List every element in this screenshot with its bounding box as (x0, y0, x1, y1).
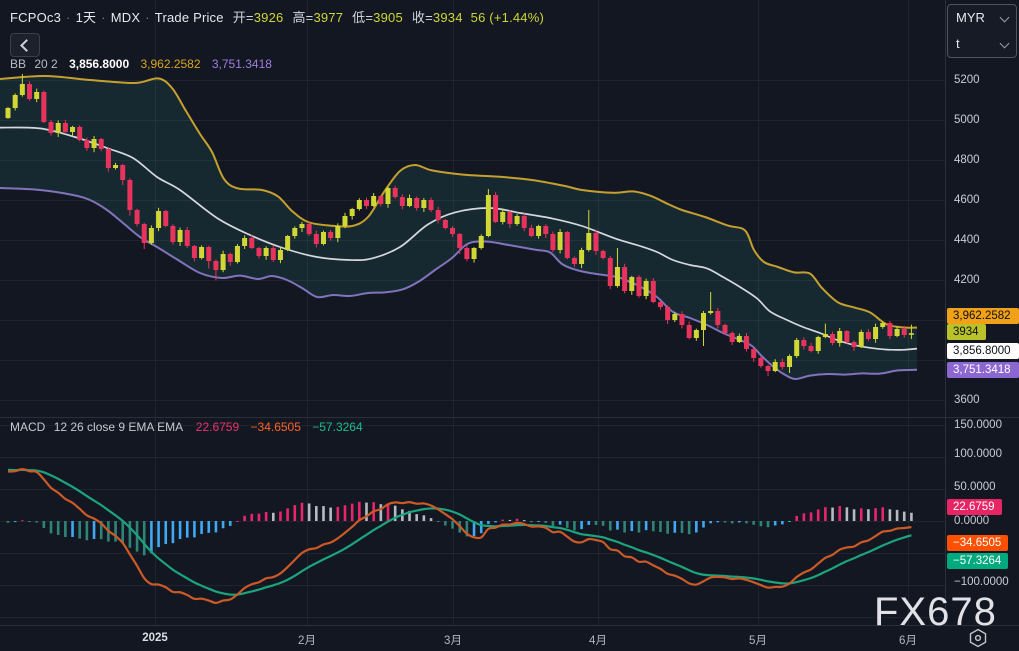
back-button[interactable] (10, 33, 40, 57)
macd-tick: 150.0000 (954, 419, 1002, 431)
chevron-left-icon (20, 39, 33, 52)
bb-indicator-row[interactable]: BB 20 2 3,856.8000 3,962.2582 3,751.3418 (10, 57, 272, 71)
price-label: 3,962.2582 (947, 308, 1019, 324)
macd-tick: −100.0000 (954, 576, 1009, 588)
series-type: Trade Price (154, 10, 224, 25)
chevron-down-icon (999, 12, 1010, 23)
macd-tick: 50.0000 (954, 481, 996, 493)
macd-hist-value: 22.6759 (195, 420, 240, 434)
macd-tick: 0.0000 (954, 515, 990, 527)
symbol-name[interactable]: FCPOc3 (10, 10, 61, 25)
unit-value: t (956, 36, 960, 51)
bb-upper-value: 3,962.2582 (140, 57, 201, 71)
trading-chart-window: FCPOc3 · 1天 · MDX · Trade Price 开=3926 高=3977 低=3… (0, 0, 1019, 651)
currency-value: MYR (956, 10, 985, 25)
price-label: 3934 (947, 324, 986, 340)
price-label: 3,856.8000 (947, 343, 1019, 359)
macd-value-label: −34.6505 (947, 535, 1009, 551)
macd-value-label: 22.6759 (947, 499, 1002, 515)
interval[interactable]: 1天 (76, 10, 97, 25)
exchange: MDX (110, 10, 141, 25)
unit-dropdown[interactable]: t (948, 31, 1016, 57)
change-value: 56 (+1.44%) (470, 10, 545, 25)
macd-params: 12 26 close 9 EMA EMA (53, 420, 183, 434)
time-tick: 3月 (444, 635, 462, 647)
symbol-header: FCPOc3 · 1天 · MDX · Trade Price 开=3926 高=3977 低=3… (10, 10, 545, 25)
price-tick: 4600 (954, 194, 980, 206)
time-tick: 5月 (749, 635, 767, 647)
macd-indicator-row[interactable]: MACD 12 26 close 9 EMA EMA 22.6759 −34.6… (10, 420, 363, 434)
chart-canvas[interactable] (0, 0, 1019, 651)
time-tick: 2月 (298, 635, 316, 647)
bb-params: 20 2 (34, 57, 58, 71)
time-tick: 4月 (589, 635, 607, 647)
time-tick: 2025 (142, 632, 168, 644)
price-axis[interactable]: 5200 5000 4800 4600 4400 4200 3600 150.0000 100.… (945, 0, 1019, 625)
ohlc-field: 开=3926 (232, 10, 284, 25)
price-label: 3,751.3418 (947, 362, 1019, 378)
chevron-down-icon (999, 38, 1010, 49)
price-tick: 4400 (954, 234, 980, 246)
ohlc-field: 收=3934 (411, 10, 463, 25)
macd-signal-value: −57.3264 (312, 420, 363, 434)
currency-unit-widget: MYR t (947, 4, 1017, 58)
bb-basis-value: 3,856.8000 (69, 57, 130, 71)
ohlc-fields: 开=3926 高=3977 低=3905 收=3934 (224, 10, 463, 25)
currency-dropdown[interactable]: MYR (948, 5, 1016, 31)
price-tick: 5200 (954, 74, 980, 86)
macd-label: MACD (10, 420, 46, 434)
watermark: FX678 (874, 590, 997, 634)
macd-tick: 100.0000 (954, 448, 1002, 460)
price-tick: 5000 (954, 114, 980, 126)
macd-line-value: −34.6505 (250, 420, 301, 434)
price-tick: 4800 (954, 154, 980, 166)
bb-lower-value: 3,751.3418 (211, 57, 272, 71)
ohlc-field: 高=3977 (292, 10, 344, 25)
ohlc-field: 低=3905 (352, 10, 403, 25)
bb-label: BB (10, 57, 27, 71)
time-axis[interactable]: 2025 2月 3月 4月 5月 6月 (0, 625, 1019, 651)
macd-value-label: −57.3264 (947, 553, 1009, 569)
price-tick: 4200 (954, 274, 980, 286)
price-tick: 3600 (954, 394, 980, 406)
